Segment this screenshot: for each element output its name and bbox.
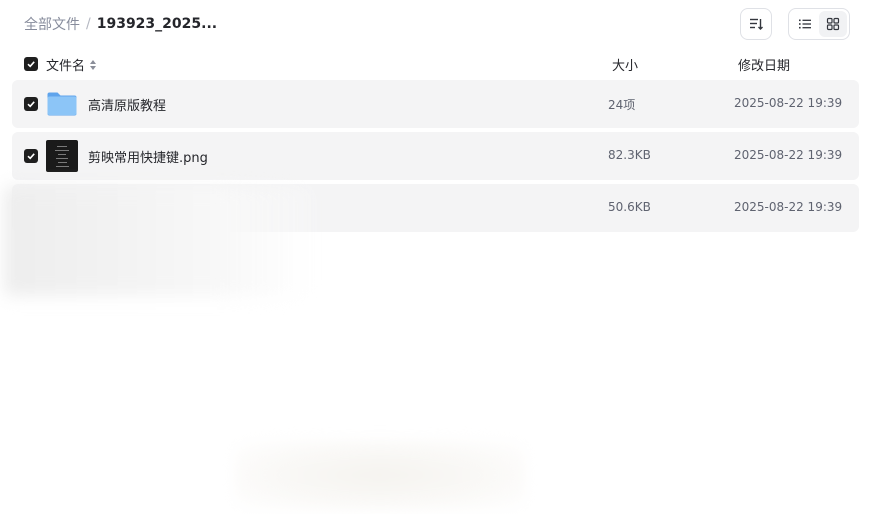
row-checkbox[interactable]: [24, 97, 38, 111]
checkmark-icon: [27, 61, 35, 68]
redaction-blur: [4, 186, 314, 296]
select-all-checkbox[interactable]: [24, 57, 38, 71]
sort-icon: [750, 18, 763, 30]
grid-view-icon: [826, 17, 840, 31]
column-header-date[interactable]: 修改日期: [738, 55, 790, 74]
file-date: 2025-08-22 19:39: [734, 96, 843, 110]
view-switcher: [788, 8, 850, 40]
list-view-icon: [799, 19, 811, 29]
file-size: 82.3KB: [608, 148, 651, 162]
list-view-button[interactable]: [791, 11, 819, 37]
file-size: 50.6KB: [608, 200, 651, 214]
sort-toggle-icon: [90, 59, 97, 70]
column-header-size[interactable]: 大小: [612, 55, 638, 74]
checkmark-icon: [27, 153, 35, 160]
sort-button[interactable]: [740, 8, 772, 40]
file-name[interactable]: 高清原版教程: [88, 95, 166, 114]
file-browser: 全部文件 / 193923_2025... 文件名 大小 修改日期 高清原版教程…: [0, 0, 874, 514]
image-thumbnail: [46, 140, 78, 172]
breadcrumb: 全部文件 / 193923_2025...: [24, 14, 217, 34]
checkmark-icon: [27, 101, 35, 108]
redaction-blur: [235, 440, 525, 510]
file-name[interactable]: 剪映常用快捷键.png: [88, 147, 208, 166]
breadcrumb-current: 193923_2025...: [96, 16, 218, 32]
file-date: 2025-08-22 19:39: [734, 200, 843, 214]
breadcrumb-root-link[interactable]: 全部文件: [24, 14, 80, 34]
file-size: 24项: [608, 98, 636, 112]
table-row[interactable]: 剪映常用快捷键.png 82.3KB 2025-08-22 19:39: [12, 132, 859, 180]
file-date: 2025-08-22 19:39: [734, 148, 843, 162]
column-header-name[interactable]: 文件名: [46, 55, 97, 74]
table-header: 文件名 大小 修改日期: [12, 52, 859, 76]
table-row[interactable]: 高清原版教程 24项 2025-08-22 19:39: [12, 80, 859, 128]
folder-icon: [47, 92, 77, 116]
column-name-label: 文件名: [46, 59, 86, 74]
grid-view-button[interactable]: [819, 11, 847, 37]
breadcrumb-separator: /: [86, 16, 91, 32]
row-checkbox[interactable]: [24, 149, 38, 163]
